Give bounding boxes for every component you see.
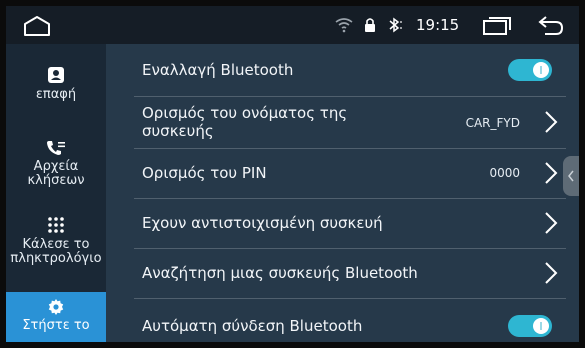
lock-icon (365, 18, 375, 32)
auto-connect-label: Αυτόματη σύνδεση Bluetooth (142, 317, 363, 335)
sidebar-item-settings[interactable]: Στήστε το (6, 292, 106, 342)
sidebar: επαφή Αρχεία κλήσεων Κάλεσε το πληκτρολό… (6, 44, 106, 342)
chevron-right-icon (545, 162, 558, 184)
chevron-right-icon (545, 262, 558, 284)
bluetooth-toggle-switch[interactable] (508, 59, 552, 81)
device-name-row[interactable]: Ορισμός του ονόματος της συσκευής CAR_FY… (134, 96, 566, 149)
call-log-icon (47, 141, 65, 155)
auto-connect-toggle-switch[interactable] (508, 315, 552, 337)
wifi-icon (335, 18, 353, 33)
pin-value: 0000 (489, 166, 520, 180)
pin-row[interactable]: Ορισμός του PIN 0000 (134, 148, 566, 199)
sidebar-item-label: Στήστε το (22, 318, 90, 333)
device-name-value: CAR_FYD (465, 116, 520, 130)
paired-devices-row[interactable]: Εχουν αντιστοιχισμένη συσκευή (134, 198, 566, 249)
sidebar-item-label: Κάλεσε το πληκτρολόγιο (10, 237, 102, 266)
status-clock: 19:15 (416, 16, 460, 34)
paired-devices-label: Εχουν αντιστοιχισμένη συσκευή (142, 214, 383, 232)
sidebar-item-contacts[interactable]: επαφή (6, 66, 106, 116)
home-icon[interactable] (22, 15, 52, 37)
search-device-row[interactable]: Αναζήτηση μιας συσκευής Bluetooth (134, 248, 566, 299)
contact-card-icon (48, 67, 64, 83)
bluetooth-icon (389, 17, 402, 33)
device-name-label: Ορισμός του ονόματος της συσκευής (142, 104, 348, 140)
keypad-icon (48, 217, 64, 233)
toggle-knob (533, 62, 549, 78)
toggle-knob (533, 318, 549, 334)
pin-label: Ορισμός του PIN (142, 164, 267, 182)
gear-icon (48, 299, 64, 315)
bluetooth-toggle-label: Εναλλαγή Bluetooth (142, 61, 294, 79)
sidebar-item-label: Αρχεία κλήσεων (27, 159, 85, 188)
chevron-right-icon (545, 212, 558, 234)
recents-icon[interactable] (482, 16, 512, 36)
auto-connect-row[interactable]: Αυτόματη σύνδεση Bluetooth (134, 298, 566, 342)
sidebar-item-call-log[interactable]: Αρχεία κλήσεων (6, 140, 106, 190)
chevron-right-icon (545, 111, 558, 133)
back-icon[interactable] (537, 15, 565, 37)
status-bar: 19:15 (6, 6, 579, 44)
screen: 19:15 επαφή Αρχεία κλήσεων Κάλεσε το πλη… (6, 6, 579, 342)
bluetooth-settings-list: Εναλλαγή Bluetooth Ορισμός του ονόματος … (106, 44, 579, 342)
bluetooth-toggle-row[interactable]: Εναλλαγή Bluetooth (134, 44, 566, 97)
side-panel-handle[interactable] (563, 156, 579, 196)
chevron-left-icon (568, 170, 574, 182)
sidebar-item-label: επαφή (35, 87, 77, 102)
search-device-label: Αναζήτηση μιας συσκευής Bluetooth (142, 264, 418, 282)
sidebar-item-keypad[interactable]: Κάλεσε το πληκτρολόγιο (6, 216, 106, 272)
